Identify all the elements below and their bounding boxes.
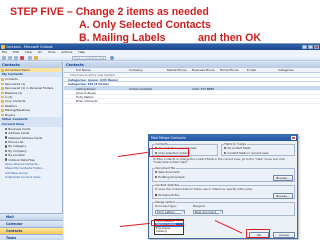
contacts-folder-icon (1, 91, 4, 95)
data-file-note: To save this contact data for future use… (155, 187, 253, 191)
menu-actions[interactable]: Actions (61, 50, 72, 54)
menu-help[interactable]: Help (78, 50, 85, 54)
instruction-line-2: A. Only Selected Contacts (79, 19, 211, 31)
help-icon[interactable] (110, 56, 114, 60)
menu-go[interactable]: Go (38, 50, 42, 54)
contacts-folder-icon (1, 113, 4, 117)
dialog-title: Mail Merge Contacts (151, 136, 186, 140)
move-icon[interactable] (14, 56, 18, 60)
instruction-line-1: STEP FIVE – Change 2 items as needed (10, 6, 209, 18)
option-existing-document[interactable]: Existing document: (155, 176, 185, 180)
window-title: Contacts - Microsoft Outlook (6, 45, 53, 49)
nav-button-tasks[interactable]: Tasks (0, 234, 63, 240)
nav-button-calendar[interactable]: Calendar (0, 220, 63, 227)
column-headers: Full Name Company Mobile Phone Business … (64, 68, 320, 73)
document-type-select[interactable]: Form Letters (155, 209, 185, 215)
nav-button-mail[interactable]: Mail (0, 213, 63, 220)
contacts-folder-icon (1, 104, 4, 108)
browse-data-button[interactable]: Browse... (273, 193, 293, 199)
option-catalog[interactable]: Catalog (155, 229, 183, 233)
print-icon[interactable] (8, 56, 12, 60)
search-input[interactable]: Type a contact to find (72, 56, 106, 60)
permanent-file-checkbox[interactable]: Permanent file: (155, 194, 180, 198)
document-fieldset: Document file New document Existing docu… (152, 167, 295, 182)
table-row[interactable]: Brian Clements (64, 99, 320, 104)
col-business-phone[interactable]: Business Phone (192, 68, 215, 73)
folder-icon (1, 69, 4, 72)
fields-fieldset: Fields to merge All contact fields Conta… (221, 143, 295, 156)
highlight-mailing-labels (151, 220, 184, 226)
outlook-window: Contacts - Microsoft Outlook File Edit V… (0, 43, 320, 240)
option-current-view-fields[interactable]: Contact fields in current view (224, 151, 268, 156)
nav-button-contacts[interactable]: Contacts (0, 227, 63, 234)
contacts-folder-icon (1, 78, 4, 81)
col-mobile[interactable]: Mobile Phone (167, 68, 186, 73)
col-company[interactable]: Company (129, 68, 143, 73)
contacts-folder-icon (1, 87, 4, 90)
nav-folder-buyers[interactable]: Buyers (0, 113, 62, 117)
highlight-ok-button (246, 229, 270, 238)
cancel-button[interactable]: Cancel (273, 232, 295, 238)
col-email[interactable]: E-mail (247, 68, 256, 73)
new-icon[interactable] (2, 56, 6, 60)
contacts-folder-icon (1, 100, 4, 103)
address-book-icon[interactable] (28, 56, 32, 60)
contacts-folder-icon (1, 82, 4, 86)
contacts-folder-icon (1, 109, 4, 112)
option-new-document[interactable]: New document (155, 171, 180, 175)
highlight-selected-contacts (149, 148, 189, 157)
menu-tools[interactable]: Tools (48, 50, 55, 54)
all-contact-items[interactable]: All Contact Items (0, 68, 62, 73)
menu-view[interactable]: View (25, 50, 32, 54)
maximize-button[interactable] (308, 45, 313, 49)
contacts-folder-icon (1, 95, 4, 99)
col-home-phone[interactable]: Home Phone (220, 68, 238, 73)
close-button[interactable] (314, 45, 319, 49)
document-type-label: Document type: (155, 204, 177, 208)
merge-to-label: Merge to: (193, 204, 206, 208)
outlook-app-icon (1, 45, 5, 49)
dialog-close-button[interactable] (291, 136, 296, 140)
fields-note: To filter contacts or change the contact… (153, 157, 285, 165)
col-categories[interactable]: Categories (278, 68, 294, 73)
browse-document-button[interactable]: Browse... (273, 175, 293, 181)
menu-file[interactable]: File (2, 50, 7, 54)
navigation-pane: Contacts All Contact Items My Contacts C… (0, 62, 63, 240)
toolbar: Type a contact to find (0, 55, 320, 61)
link-customize-view[interactable]: Customize Current View... (0, 175, 62, 179)
delete-icon[interactable] (20, 56, 24, 60)
menu-edit[interactable]: Edit (13, 50, 19, 54)
minimize-button[interactable] (302, 45, 307, 49)
data-file-fieldset: Contact data file To save this contact d… (152, 184, 295, 199)
dialog-title-bar: Mail Merge Contacts (149, 135, 297, 141)
categorize-icon[interactable] (34, 56, 38, 60)
merge-options-fieldset: Merge options Document type: Merge to: F… (152, 201, 295, 216)
merge-to-select[interactable]: New document (193, 209, 223, 215)
cell-name: Brian Clements (76, 99, 98, 104)
col-full-name[interactable]: Full Name (76, 68, 90, 73)
